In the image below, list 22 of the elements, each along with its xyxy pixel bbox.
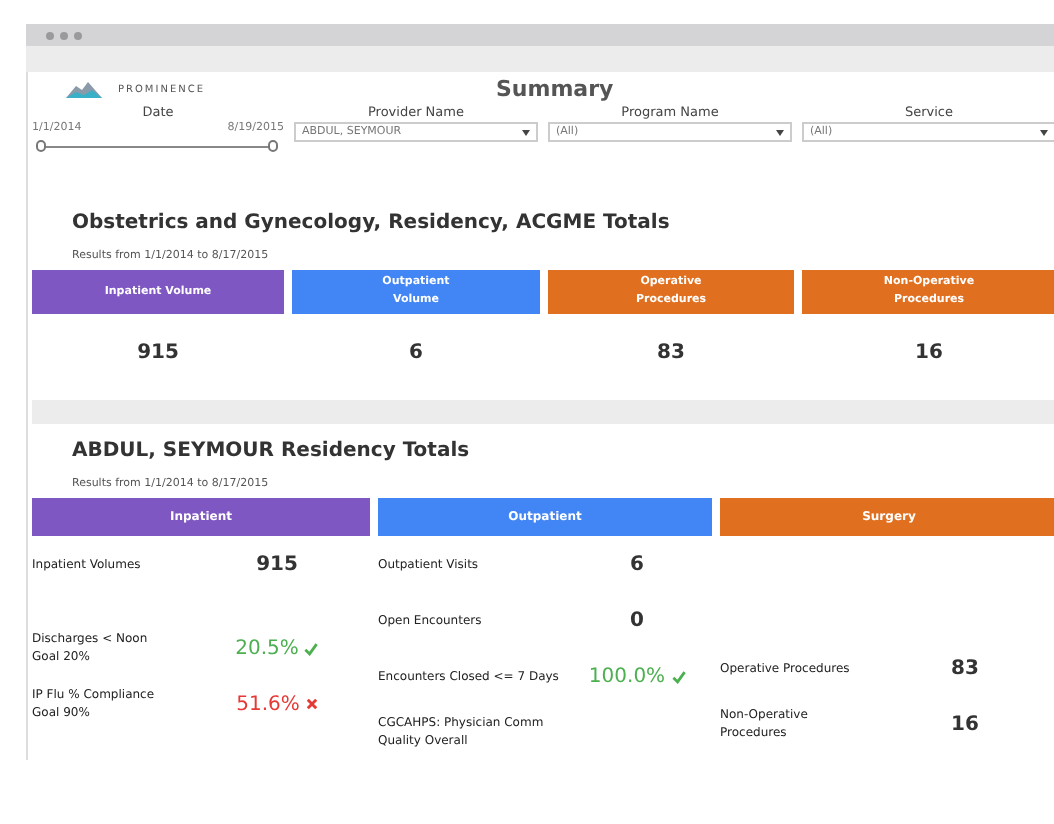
metric-value: 100.0% bbox=[588, 665, 666, 687]
caret-icon bbox=[776, 129, 784, 135]
metric-value: 6 bbox=[630, 553, 644, 575]
metric-value: 0 bbox=[630, 609, 644, 631]
mountain-logo-icon bbox=[66, 81, 102, 97]
slider-handle[interactable] bbox=[268, 140, 278, 152]
metric-value: 16 bbox=[951, 713, 979, 735]
caret-icon bbox=[1040, 129, 1048, 135]
metric-value: 51.6% bbox=[236, 693, 300, 715]
metric-value: 915 bbox=[256, 553, 298, 575]
metric-value: 20.5% bbox=[235, 637, 299, 659]
dashboard-title: Summary bbox=[496, 76, 614, 102]
date-range-slider[interactable] bbox=[38, 138, 278, 154]
card-value: 6 bbox=[407, 342, 425, 364]
card-value: 915 bbox=[135, 342, 181, 364]
section-title: Obstetrics and Gynecology, Residency, ACGME Totals bbox=[72, 212, 672, 234]
metric-value: 83 bbox=[951, 657, 979, 679]
section-title: ABDUL, SEYMOUR Residency Totals bbox=[72, 440, 472, 462]
slider-handle[interactable] bbox=[36, 140, 46, 152]
caret-icon bbox=[522, 129, 530, 135]
card-value: 83 bbox=[655, 342, 687, 364]
card-value: 16 bbox=[913, 342, 945, 364]
